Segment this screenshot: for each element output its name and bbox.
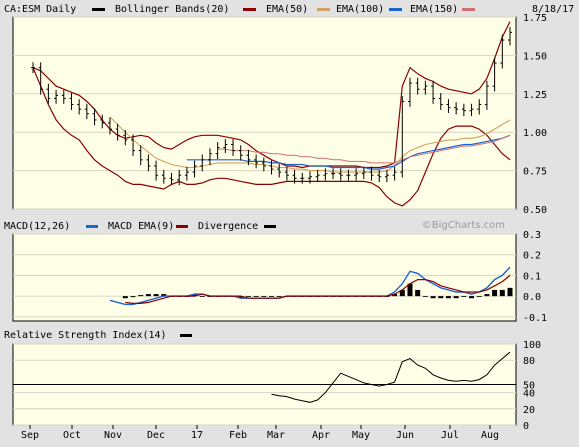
macd-legend-divergence-swatch: [264, 225, 276, 228]
x-axis-label: Nov: [104, 430, 122, 441]
divergence-bar: [445, 296, 451, 299]
x-axis-label: Jul: [441, 430, 459, 441]
divergence-bar: [153, 294, 159, 297]
rsi-y-tick: 20: [523, 405, 535, 416]
price-legend-bb: Bollinger Bands(20): [115, 4, 229, 15]
rsi-legend: Relative Strength Index(14): [4, 330, 167, 341]
divergence-bar: [269, 296, 274, 297]
divergence-bar: [199, 296, 205, 297]
macd-legend-divergence: Divergence: [198, 221, 258, 232]
x-axis-label: Sep: [21, 430, 39, 441]
divergence-bar: [484, 294, 490, 297]
macd-y-tick: 0.1: [523, 271, 541, 282]
chart-canvas: CA:ESM Daily Bollinger Bands(20) EMA(50)…: [4, 4, 574, 441]
price-legend-ticker-swatch: [92, 8, 105, 11]
x-axis-label: 17: [191, 430, 203, 441]
x-axis-label: Apr: [312, 430, 330, 441]
rsi-legend-swatch: [180, 334, 192, 337]
price-legend-ema150-swatch: [462, 8, 475, 11]
divergence-bar: [499, 289, 505, 297]
divergence-bar: [122, 296, 128, 299]
price-y-tick: 1.00: [523, 128, 547, 139]
price-legend-ema150: EMA(150): [410, 4, 458, 15]
divergence-bar: [415, 289, 421, 297]
price-legend-ema100: EMA(100): [336, 4, 384, 15]
divergence-bar: [476, 296, 482, 297]
divergence-bar: [507, 287, 513, 297]
divergence-bar: [469, 296, 475, 299]
price-legend-ema50: EMA(50): [266, 4, 308, 15]
rsi-y-tick: 40: [523, 389, 535, 400]
divergence-bar: [276, 296, 282, 297]
divergence-bar: [453, 296, 459, 299]
macd-y-tick: 0.3: [523, 230, 541, 241]
price-legend-ticker: CA:ESM Daily: [4, 4, 76, 15]
divergence-bar: [461, 296, 467, 297]
divergence-bar: [430, 296, 436, 299]
divergence-bar: [245, 296, 251, 297]
divergence-bar: [261, 296, 267, 297]
x-axis-label: May: [352, 430, 370, 441]
price-y-tick: 0.75: [523, 167, 547, 178]
divergence-bar: [492, 289, 498, 297]
divergence-bar: [253, 296, 259, 297]
macd-legend-signal-swatch: [176, 225, 188, 228]
price-legend-bb-swatch: [243, 8, 256, 11]
x-axis-label: Oct: [63, 430, 81, 441]
rsi-y-tick: 100: [523, 340, 541, 351]
price-y-tick: 1.75: [523, 13, 547, 24]
x-axis-label: Mar: [267, 430, 285, 441]
macd-y-tick: 0.2: [523, 251, 541, 262]
x-axis-label: Aug: [481, 430, 499, 441]
divergence-bar: [422, 296, 428, 297]
macd-legend-signal: MACD EMA(9): [108, 221, 174, 232]
divergence-bar: [145, 294, 151, 297]
price-panel-bg: [12, 16, 517, 210]
price-legend-ema50-swatch: [317, 8, 330, 11]
price-y-tick: 1.25: [523, 90, 547, 101]
x-axis-label: Feb: [229, 430, 247, 441]
rsi-y-tick: 80: [523, 356, 535, 367]
x-axis-label: Dec: [147, 430, 165, 441]
divergence-bar: [130, 296, 136, 298]
macd-y-tick: 0.0: [523, 292, 541, 303]
divergence-bar: [438, 296, 444, 299]
macd-legend-macd-swatch: [86, 225, 98, 228]
x-axis-label: Jun: [396, 430, 414, 441]
macd-y-tick: -0.1: [523, 313, 547, 324]
bigcharts-chart: CA:ESM Daily Bollinger Bands(20) EMA(50)…: [0, 0, 579, 444]
macd-legend-macd: MACD(12,26): [4, 221, 70, 232]
price-y-tick: 1.50: [523, 51, 547, 62]
watermark: ©BigCharts.com: [422, 220, 505, 231]
macd-panel-bg: [12, 233, 517, 322]
rsi-y-tick: 0: [523, 421, 529, 432]
price-y-tick: 0.50: [523, 205, 547, 216]
divergence-bar: [138, 295, 144, 297]
price-legend-ema100-swatch: [389, 8, 402, 11]
